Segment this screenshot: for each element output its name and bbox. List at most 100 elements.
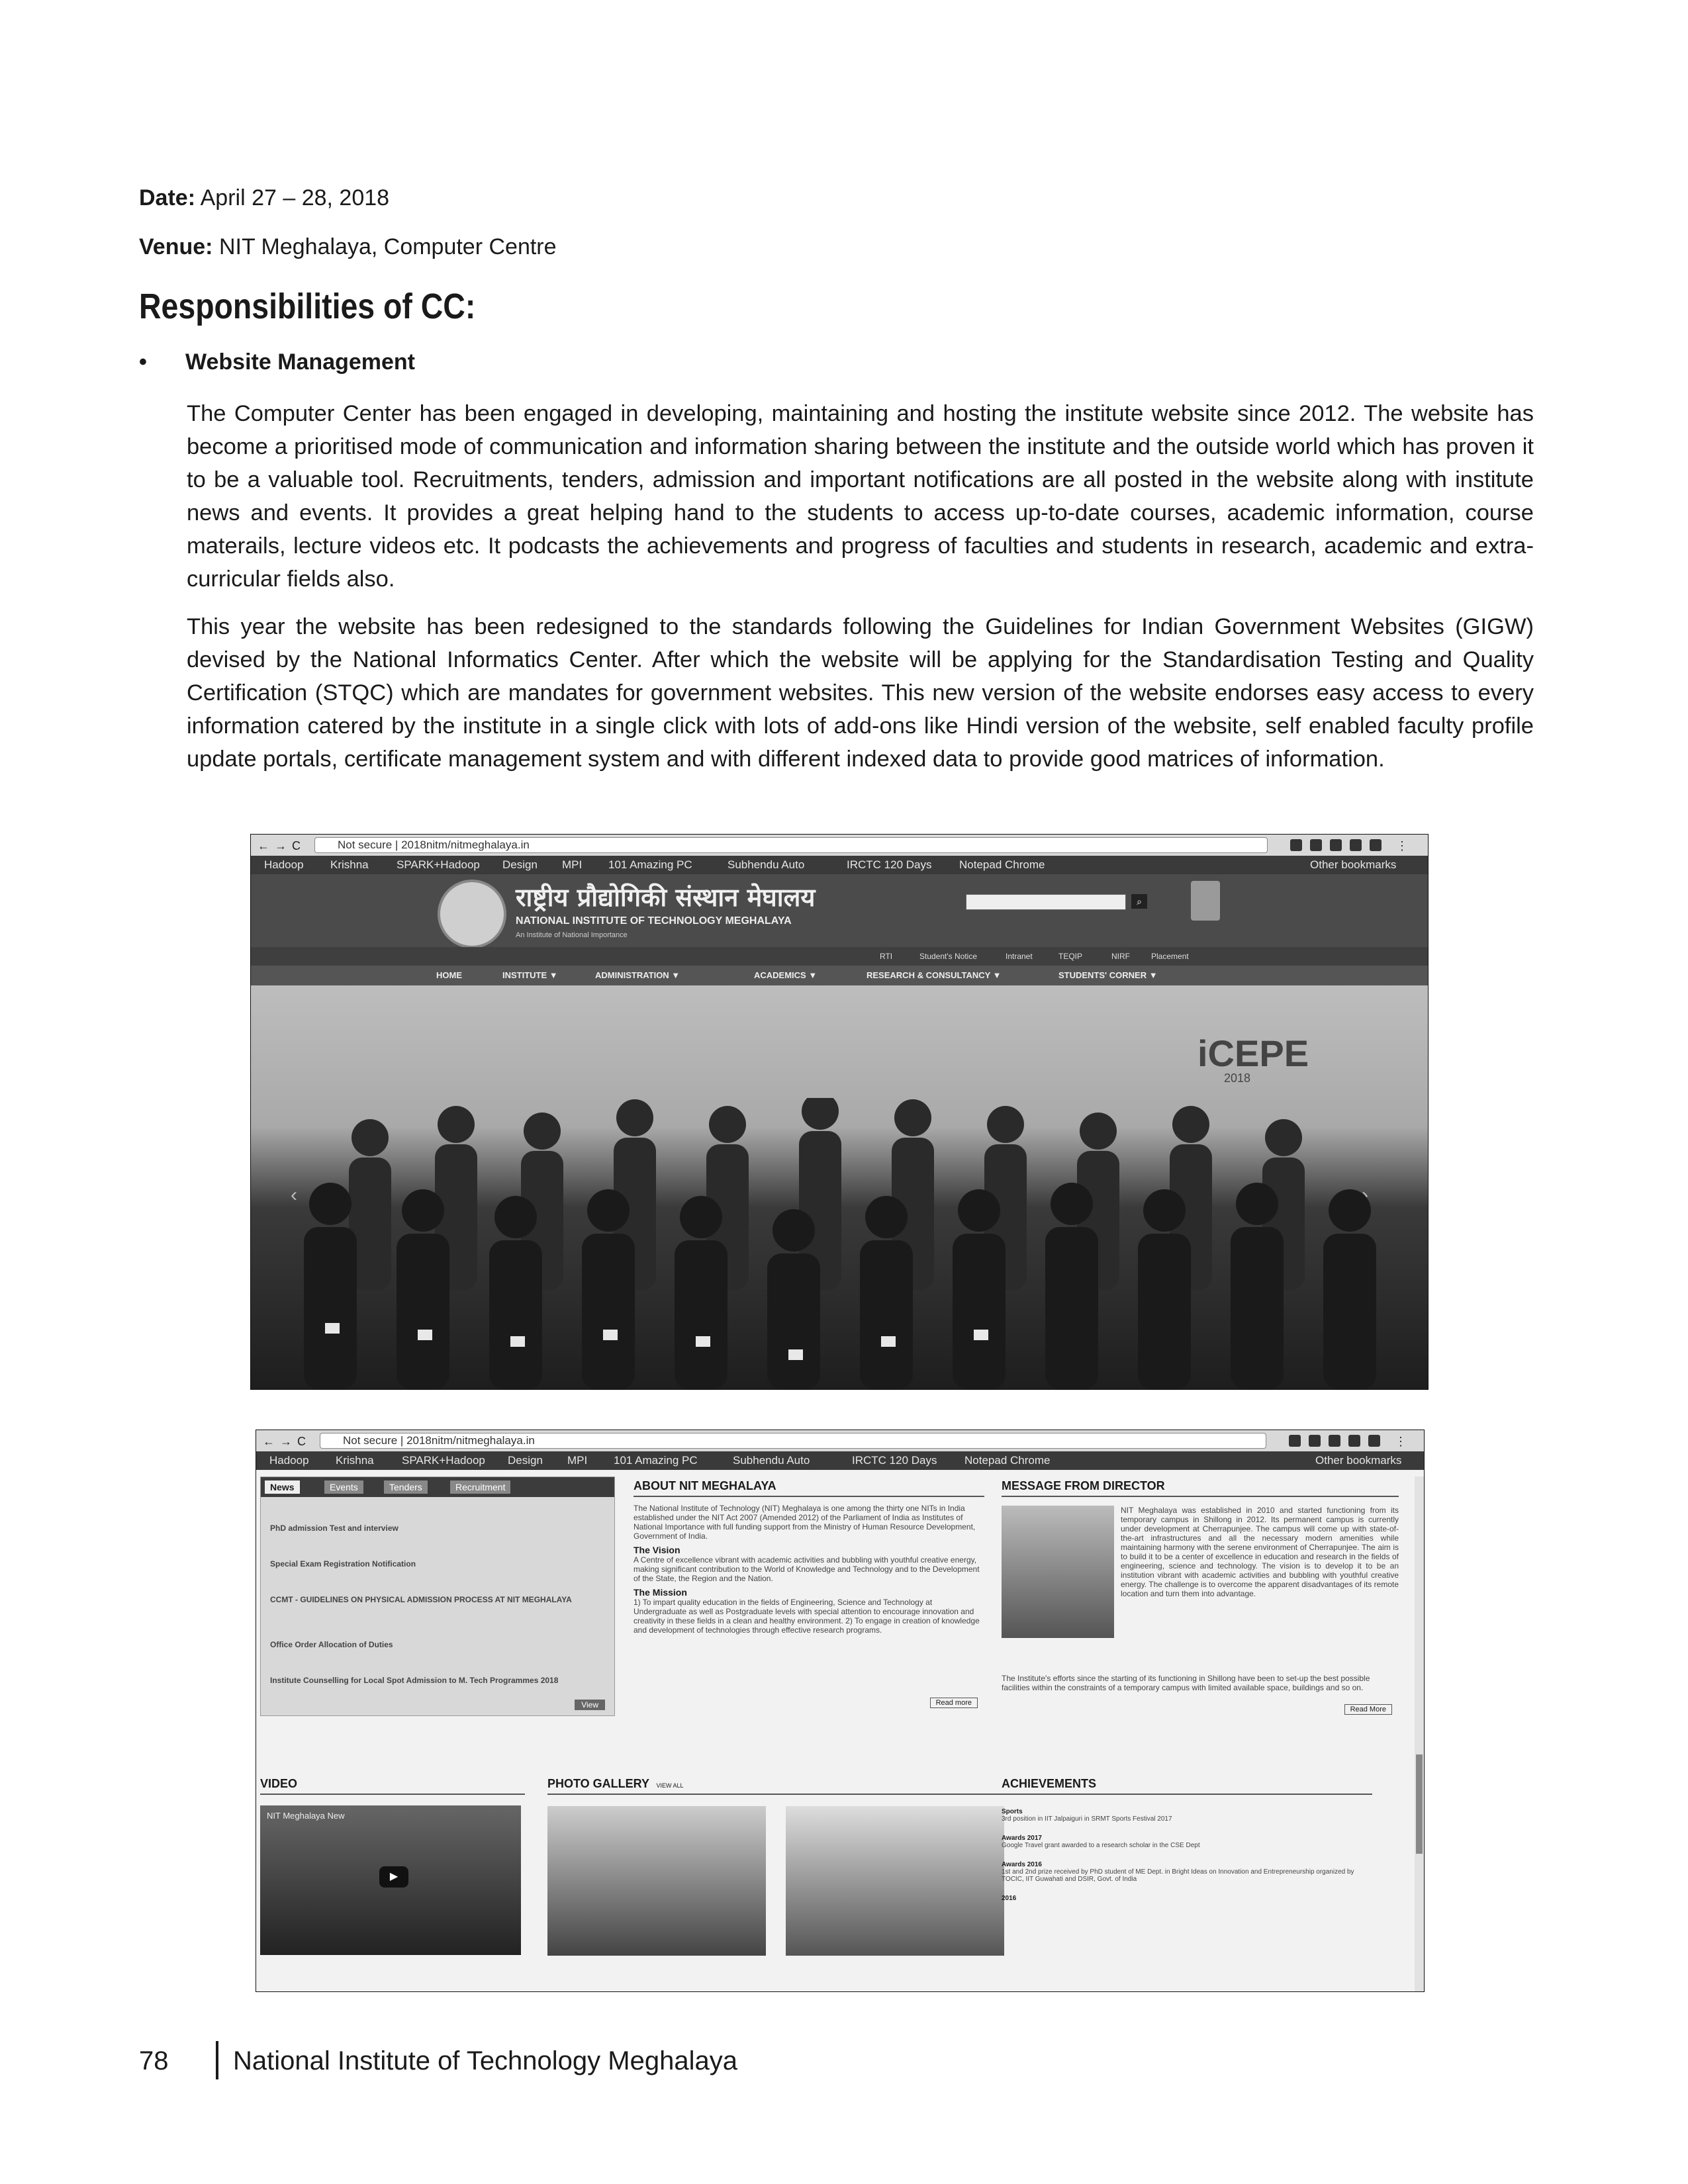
achievement-heading: Awards 2016: [1002, 1861, 1042, 1868]
venue-label: Venue:: [139, 234, 213, 259]
website-screenshot-content: ← → C Not secure | 2018nitm/nitmeghalaya…: [256, 1430, 1425, 1992]
bookmark[interactable]: Other bookmarks: [1315, 1451, 1401, 1470]
tab-recruitment[interactable]: Recruitment: [450, 1480, 511, 1494]
bookmark[interactable]: MPI: [562, 856, 582, 874]
extension-icon[interactable]: [1348, 1435, 1360, 1447]
gallery-photo[interactable]: [786, 1806, 1004, 1956]
extension-icon[interactable]: [1350, 839, 1362, 851]
bookmark[interactable]: SPARK+Hadoop: [397, 856, 480, 874]
achievement-text[interactable]: Google Travel grant awarded to a researc…: [1002, 1842, 1372, 1849]
date-value: April 27 – 28, 2018: [200, 185, 390, 210]
main-nav: HOME INSTITUTE ▼ ADMINISTRATION ▼ ACADEM…: [251, 966, 1428, 985]
director-text: NIT Meghalaya was established in 2010 an…: [1121, 1506, 1399, 1598]
mission-title: The Mission: [633, 1587, 687, 1598]
view-all-button[interactable]: View: [575, 1700, 605, 1710]
extension-icon[interactable]: [1309, 1435, 1321, 1447]
bookmark[interactable]: Subhendu Auto: [733, 1451, 810, 1470]
bookmark[interactable]: Subhendu Auto: [727, 856, 804, 874]
nav-institute[interactable]: INSTITUTE ▼: [502, 966, 558, 985]
bookmark[interactable]: Notepad Chrome: [959, 856, 1045, 874]
extension-icon[interactable]: [1368, 1435, 1380, 1447]
extension-icon[interactable]: [1370, 839, 1382, 851]
scrollbar[interactable]: [1415, 1477, 1424, 1991]
bookmark[interactable]: SPARK+Hadoop: [402, 1451, 485, 1470]
play-icon[interactable]: ▶: [379, 1866, 408, 1888]
scrollbar-thumb[interactable]: [1416, 1754, 1423, 1854]
tab-tenders[interactable]: Tenders: [384, 1480, 428, 1494]
forward-icon[interactable]: →: [280, 1435, 292, 1448]
extension-icon[interactable]: [1330, 839, 1342, 851]
news-panel: News Events Tenders Recruitment PhD admi…: [260, 1477, 615, 1716]
quick-link[interactable]: Student's Notice: [919, 947, 977, 966]
bookmarks-bar: Hadoop Krishna SPARK+Hadoop Design MPI 1…: [256, 1451, 1424, 1470]
news-item[interactable]: PhD admission Test and interview: [270, 1524, 601, 1533]
forward-icon[interactable]: →: [275, 839, 287, 852]
gallery-view-all-link[interactable]: VIEW ALL: [656, 1782, 683, 1789]
extension-icon[interactable]: [1289, 1435, 1301, 1447]
bookmark[interactable]: Design: [502, 856, 538, 874]
nav-home[interactable]: HOME: [436, 966, 462, 985]
bookmark[interactable]: Other bookmarks: [1310, 856, 1396, 874]
bookmark[interactable]: 101 Amazing PC: [608, 856, 692, 874]
extension-icon[interactable]: [1329, 1435, 1340, 1447]
quick-link[interactable]: TEQIP: [1058, 947, 1082, 966]
reload-icon[interactable]: C: [292, 839, 304, 852]
bookmark[interactable]: IRCTC 120 Days: [852, 1451, 937, 1470]
video-player[interactable]: NIT Meghalaya New ▶: [260, 1805, 521, 1955]
tab-news[interactable]: News: [265, 1480, 300, 1494]
tab-events[interactable]: Events: [324, 1480, 363, 1494]
footer-title: National Institute of Technology Meghala…: [233, 2046, 737, 2075]
bookmark[interactable]: Krishna: [330, 856, 369, 874]
quick-link[interactable]: NIRF: [1111, 947, 1130, 966]
back-icon[interactable]: ←: [258, 839, 269, 852]
achievement-text[interactable]: 3rd position in IIT Jalpaiguri in SRMT S…: [1002, 1815, 1372, 1823]
bookmark[interactable]: Hadoop: [269, 1451, 309, 1470]
news-item[interactable]: Institute Counselling for Local Spot Adm…: [270, 1676, 601, 1685]
venue-value: NIT Meghalaya, Computer Centre: [218, 234, 557, 259]
achievement-heading: 2016: [1002, 1895, 1017, 1902]
extension-icon[interactable]: [1290, 839, 1302, 851]
extension-icon[interactable]: [1310, 839, 1322, 851]
search-icon[interactable]: ⌕: [1131, 894, 1147, 909]
section-heading: Responsibilities of CC:: [139, 286, 530, 327]
search-input[interactable]: [966, 894, 1126, 910]
gallery-photo[interactable]: [547, 1806, 766, 1956]
quick-link[interactable]: Placement: [1151, 947, 1189, 966]
news-item[interactable]: Special Exam Registration Notification: [270, 1559, 601, 1569]
site-header: राष्ट्रीय प्रौद्योगिकी संस्थान मेघालय NA…: [251, 874, 1428, 948]
nav-administration[interactable]: ADMINISTRATION ▼: [595, 966, 680, 985]
achievement-heading: Sports: [1002, 1808, 1023, 1815]
quick-links-bar: RTI Student's Notice Intranet TEQIP NIRF…: [251, 947, 1428, 966]
director-read-more-button[interactable]: Read More: [1344, 1704, 1392, 1715]
menu-icon[interactable]: ⋮: [1395, 1435, 1407, 1448]
date-line: Date: April 27 – 28, 2018: [139, 184, 389, 212]
achievements-section: ACHIEVEMENTS Sports 3rd position in IIT …: [1002, 1777, 1372, 1902]
bookmark[interactable]: IRCTC 120 Days: [847, 856, 931, 874]
bookmark[interactable]: Hadoop: [264, 856, 304, 874]
bookmark[interactable]: Notepad Chrome: [964, 1451, 1050, 1470]
address-bar[interactable]: Not secure | 2018nitm/nitmeghalaya.in: [320, 1433, 1266, 1449]
news-item[interactable]: CCMT - GUIDELINES ON PHYSICAL ADMISSION …: [270, 1595, 575, 1604]
venue-line: Venue: NIT Meghalaya, Computer Centre: [139, 233, 557, 261]
website-screenshot-home: ← → C Not secure | 2018nitm/nitmeghalaya…: [250, 834, 1429, 1390]
bookmark[interactable]: MPI: [567, 1451, 587, 1470]
director-panel: MESSAGE FROM DIRECTOR NIT Meghalaya was …: [1002, 1479, 1399, 1744]
english-name: NATIONAL INSTITUTE OF TECHNOLOGY MEGHALA…: [516, 915, 792, 927]
back-icon[interactable]: ←: [263, 1435, 275, 1448]
achievement-text[interactable]: 1st and 2nd prize received by PhD studen…: [1002, 1868, 1359, 1883]
browser-toolbar: ← → C Not secure | 2018nitm/nitmeghalaya…: [256, 1430, 1424, 1452]
bookmark[interactable]: Krishna: [336, 1451, 374, 1470]
reload-icon[interactable]: C: [297, 1435, 309, 1448]
nav-research[interactable]: RESEARCH & CONSULTANCY ▼: [867, 966, 1002, 985]
group-photo-people: [304, 1098, 1376, 1389]
nav-students-corner[interactable]: STUDENTS' CORNER ▼: [1058, 966, 1158, 985]
bookmark[interactable]: 101 Amazing PC: [614, 1451, 698, 1470]
address-bar[interactable]: Not secure | 2018nitm/nitmeghalaya.in: [314, 837, 1268, 853]
menu-icon[interactable]: ⋮: [1396, 839, 1408, 852]
news-item[interactable]: Office Order Allocation of Duties: [270, 1640, 601, 1649]
read-more-button[interactable]: Read more: [929, 1698, 978, 1708]
quick-link[interactable]: Intranet: [1006, 947, 1033, 966]
quick-link[interactable]: RTI: [880, 947, 892, 966]
nav-academics[interactable]: ACADEMICS ▼: [754, 966, 817, 985]
bookmark[interactable]: Design: [508, 1451, 543, 1470]
